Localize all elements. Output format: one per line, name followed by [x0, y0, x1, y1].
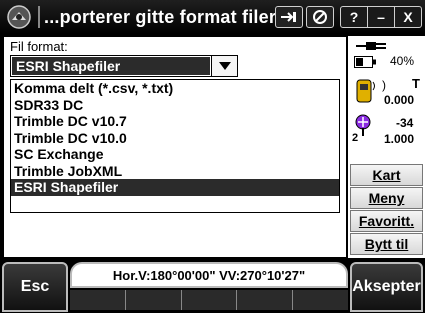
kart-button[interactable]: Kart	[350, 164, 423, 186]
angle-status[interactable]: Hor.V:180°00'00" VV:270°10'27"	[70, 262, 348, 288]
close-button[interactable]: X	[395, 7, 421, 27]
minimize-button[interactable]: –	[368, 7, 395, 27]
power-plug-icon	[356, 42, 386, 50]
favoritt-button[interactable]: Favoritt.	[350, 210, 423, 232]
esc-button[interactable]: Esc	[2, 262, 68, 312]
bytt-til-button[interactable]: Bytt til	[350, 233, 423, 255]
bytt-til-button-label: Bytt til	[364, 236, 409, 252]
softkey-5[interactable]	[293, 290, 348, 310]
dropdown-option[interactable]: SDR33 DC	[11, 97, 339, 114]
prism-constant: 1.000	[384, 132, 415, 146]
window-title: ...porterer gitte format filer	[44, 6, 277, 27]
status-area[interactable]: 40% ) T 0.000 -34 2 1.000	[348, 36, 425, 164]
prism-value: -34	[396, 116, 414, 130]
favoritt-button-label: Favoritt.	[358, 213, 415, 229]
export-icon[interactable]	[275, 6, 303, 28]
bottom-bar: Esc Hor.V:180°00'00" VV:270°10'27" Aksep…	[0, 258, 425, 313]
meny-button-label: Meny	[368, 190, 405, 206]
stop-icon[interactable]	[306, 6, 334, 28]
app-logo-icon[interactable]	[4, 2, 34, 32]
chevron-down-icon[interactable]	[211, 56, 237, 76]
receiver-value: 0.000	[384, 93, 415, 107]
title-bar: ...porterer gitte format filer ? – X	[0, 0, 425, 34]
dropdown-option[interactable]: Trimble JobXML	[11, 163, 339, 180]
side-panel: 40% ) T 0.000 -34 2 1.000 Kart Meny Favo…	[348, 36, 425, 258]
dropdown-option[interactable]: Trimble DC v10.0	[11, 130, 339, 147]
file-format-dropdown-list: Komma delt (*.csv, *.txt) SDR33 DC Trimb…	[10, 79, 340, 213]
help-button[interactable]: ?	[341, 7, 368, 27]
main-panel: Fil format: ESRI Shapefiler Komma delt (…	[3, 36, 347, 258]
window-controls: ? – X	[340, 6, 422, 28]
receiver-letter: T	[412, 76, 420, 91]
signal-icon: )	[382, 78, 386, 92]
dropdown-option[interactable]: Komma delt (*.csv, *.txt)	[11, 80, 339, 97]
kart-button-label: Kart	[372, 167, 401, 183]
softkey-4[interactable]	[237, 290, 294, 310]
accept-button[interactable]: Aksepter	[350, 262, 423, 312]
dropdown-option[interactable]: SC Exchange	[11, 146, 339, 163]
meny-button[interactable]: Meny	[350, 187, 423, 209]
title-separator	[38, 6, 40, 28]
prism-index: 2	[352, 132, 359, 144]
file-format-select[interactable]: ESRI Shapefiler	[10, 55, 238, 77]
file-format-label: Fil format:	[10, 39, 68, 54]
dropdown-option-selected[interactable]: ESRI Shapefiler	[11, 179, 339, 196]
softkey-row	[70, 290, 348, 310]
softkey-3[interactable]	[181, 290, 238, 310]
softkey-2[interactable]	[125, 290, 182, 310]
file-format-selected-value[interactable]: ESRI Shapefiler	[12, 57, 210, 75]
softkey-1[interactable]	[70, 290, 126, 310]
dropdown-option[interactable]: Trimble DC v10.7	[11, 113, 339, 130]
receiver-icon	[356, 79, 375, 103]
battery-icon	[354, 56, 376, 68]
battery-percent: 40%	[390, 54, 415, 68]
